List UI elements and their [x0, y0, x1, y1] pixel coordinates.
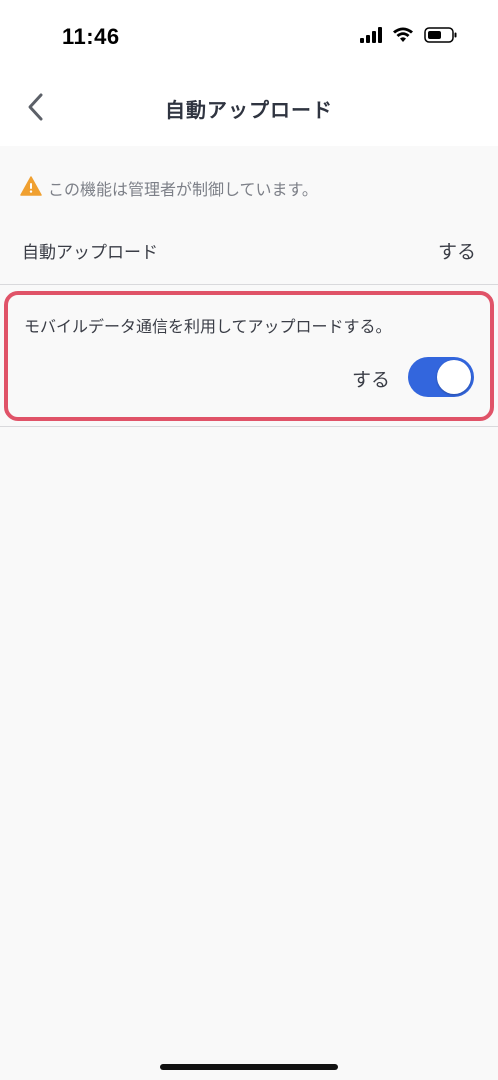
navigation-bar: 自動アップロード [0, 72, 498, 146]
notice-text: この機能は管理者が制御しています。 [48, 180, 318, 199]
auto-upload-row: 自動アップロード する [0, 218, 498, 284]
mobile-data-value: する [351, 369, 390, 391]
admin-notice: この機能は管理者が制御しています。 [20, 176, 318, 200]
auto-upload-value: する [437, 241, 476, 263]
status-bar: 11:46 [0, 0, 498, 72]
warning-icon [20, 176, 42, 200]
page-title: 自動アップロード [165, 98, 333, 122]
divider [0, 426, 498, 427]
mobile-data-toggle[interactable] [408, 357, 474, 397]
auto-upload-label: 自動アップロード [22, 243, 158, 263]
screen: 11:46 自動アップロード この機能は管理者が制御しています。 自動アップロー… [0, 0, 498, 1080]
battery-icon [424, 27, 458, 47]
divider [0, 284, 498, 285]
cellular-signal-icon [360, 27, 382, 47]
wifi-icon [392, 27, 414, 47]
status-time: 11:46 [62, 24, 120, 49]
mobile-data-label: モバイルデータ通信を利用してアップロードする。 [24, 317, 392, 336]
mobile-data-setting: モバイルデータ通信を利用してアップロードする。 する [4, 291, 494, 421]
home-indicator[interactable] [160, 1064, 338, 1070]
toggle-knob [437, 360, 471, 394]
status-icons [360, 27, 458, 47]
